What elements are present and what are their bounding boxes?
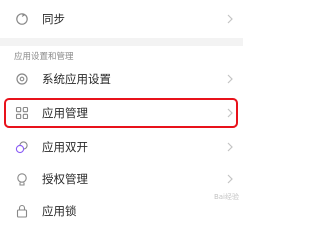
section-divider bbox=[0, 38, 243, 46]
list-item-sync[interactable]: 同步 bbox=[0, 4, 243, 34]
chevron-right-icon bbox=[227, 14, 233, 24]
list-item-dual-apps[interactable]: 应用双开 bbox=[0, 132, 243, 162]
list-item-label: 同步 bbox=[42, 12, 65, 26]
chevron-right-icon bbox=[227, 174, 233, 184]
dual-app-icon bbox=[15, 140, 29, 154]
gear-icon bbox=[15, 72, 29, 86]
lock-icon bbox=[15, 204, 29, 218]
chevron-right-icon bbox=[227, 142, 233, 152]
shield-icon bbox=[15, 172, 29, 186]
list-item-label: 应用锁 bbox=[42, 204, 77, 218]
watermark: Bai经验 bbox=[213, 193, 239, 201]
list-item-label: 系统应用设置 bbox=[42, 72, 111, 86]
sync-icon bbox=[15, 12, 29, 26]
list-item-label: 授权管理 bbox=[42, 172, 88, 186]
highlight-box bbox=[4, 98, 238, 128]
list-item-system-app-settings[interactable]: 系统应用设置 bbox=[0, 64, 243, 94]
chevron-right-icon bbox=[227, 74, 233, 84]
list-item-label: 应用双开 bbox=[42, 140, 88, 154]
section-title: 应用设置和管理 bbox=[14, 52, 74, 62]
list-item-permission-management[interactable]: 授权管理 bbox=[0, 164, 243, 194]
list-item-app-lock[interactable]: 应用锁 bbox=[0, 196, 243, 226]
